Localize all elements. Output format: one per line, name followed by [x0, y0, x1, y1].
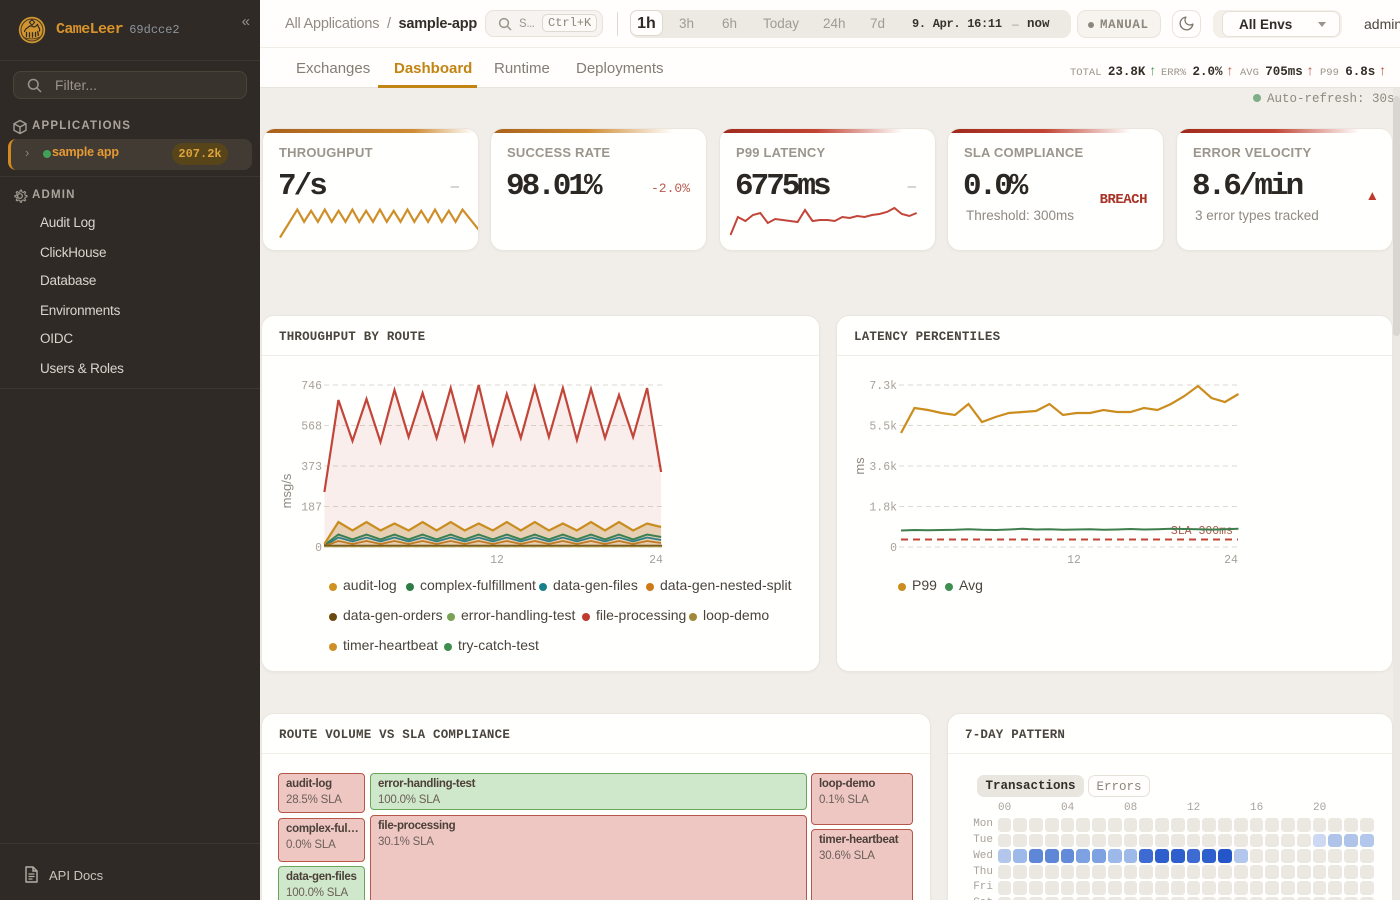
svg-text:12: 12: [1067, 554, 1081, 567]
svg-text:568: 568: [301, 421, 322, 434]
svg-text:187: 187: [301, 502, 322, 515]
svg-text:7.3k: 7.3k: [869, 380, 897, 393]
svg-text:24: 24: [1224, 554, 1238, 567]
svg-text:5.5k: 5.5k: [869, 421, 897, 434]
svg-text:3.6k: 3.6k: [869, 461, 897, 474]
svg-text:0: 0: [890, 542, 897, 555]
svg-text:746: 746: [301, 380, 322, 393]
svg-text:0: 0: [315, 542, 322, 555]
svg-text:msg/s: msg/s: [279, 473, 294, 508]
svg-text:1.8k: 1.8k: [869, 502, 897, 515]
svg-text:ms: ms: [852, 457, 867, 475]
svg-text:24: 24: [649, 554, 663, 567]
svg-text:SLA 300ms: SLA 300ms: [1171, 525, 1233, 538]
svg-text:12: 12: [490, 554, 504, 567]
svg-text:373: 373: [301, 461, 322, 474]
